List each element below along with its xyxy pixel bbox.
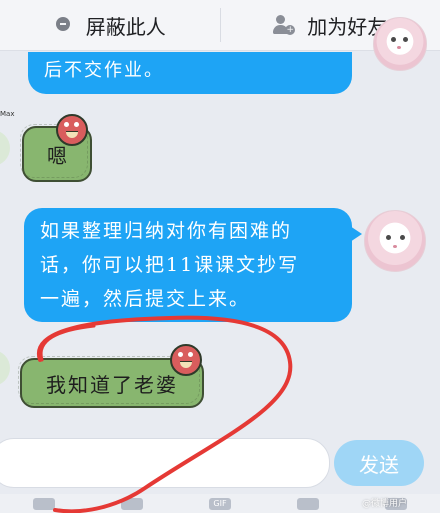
recipient-avatar-bottom[interactable] [364, 210, 426, 272]
sender-avatar-bottom[interactable] [0, 350, 10, 386]
recipient-avatar-top[interactable] [373, 17, 427, 71]
plus-icon: + [285, 25, 296, 35]
gif-icon[interactable]: GIF [209, 497, 231, 510]
add-user-icon-head [276, 15, 286, 24]
avatar-eye-right [400, 235, 405, 240]
highlighted-sticker-text: 我知道了老婆 [46, 372, 178, 397]
outgoing-message-bubble[interactable]: 后不交作业。 [28, 52, 352, 94]
send-button[interactable]: 发送 [334, 440, 424, 486]
sender-avatar[interactable] [0, 130, 10, 166]
add-user-icon: + [273, 14, 296, 36]
block-user-label: 屏蔽此人 [85, 14, 166, 39]
message-line-2: 话，你可以把11课课文抄写 [40, 254, 300, 276]
block-icon [54, 15, 74, 35]
emoji-icon[interactable] [33, 497, 55, 510]
avatar-nose [397, 46, 401, 49]
dinosaur-face-icon [170, 344, 202, 376]
send-label: 发送 [359, 452, 399, 477]
incoming-instruction-bubble[interactable]: 如果整理归纳对你有困难的 话，你可以把11课课文抄写 一遍，然后提交上来。 [24, 208, 362, 322]
watermark: @微博用户 [362, 499, 408, 509]
avatar-eye-left [391, 37, 396, 42]
message-input[interactable] [0, 438, 330, 488]
camera-icon[interactable] [297, 497, 319, 510]
sender-label: Max [0, 110, 15, 118]
avatar-eye-left [386, 235, 391, 240]
annotation-stroke-tail [39, 324, 96, 362]
gif-label: GIF [213, 499, 227, 508]
block-user-button[interactable]: 屏蔽此人 [0, 0, 220, 50]
image-icon[interactable] [121, 497, 143, 510]
avatar-nose [393, 245, 397, 248]
dinosaur-face-icon [56, 114, 88, 146]
chat-screen: 屏蔽此人 + 加为好友 后不交作业。 Max 嗯 如果整理归纳对你有困难的 话，… [0, 0, 440, 513]
outgoing-message-text: 后不交作业。 [44, 60, 164, 81]
avatar-eye-right [403, 37, 408, 42]
message-line-3: 一遍，然后提交上来。 [40, 288, 251, 310]
message-line-1: 如果整理归纳对你有困难的 [40, 220, 293, 242]
